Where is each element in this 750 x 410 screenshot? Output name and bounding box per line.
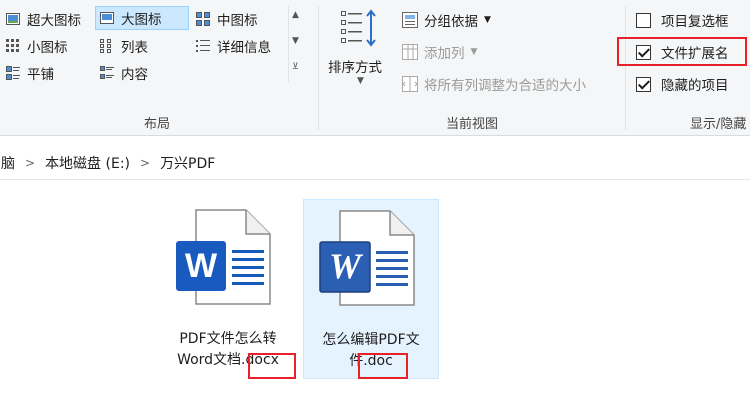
extra-large-icons-icon xyxy=(6,12,20,26)
svg-text:W: W xyxy=(185,247,218,285)
layout-group: 超大图标 大图标 中图标 小图标 列表 详细信息 平铺 内容 ▲ ▼ ⊻ 布局 xyxy=(0,0,314,136)
chevron-down-icon: ▼ xyxy=(357,76,364,86)
hidden-items-toggle[interactable]: 隐藏的项目 xyxy=(636,72,729,96)
medium-icons-icon xyxy=(196,12,210,26)
item-checkboxes-checkbox[interactable] xyxy=(636,12,651,28)
chevron-right-icon[interactable]: > xyxy=(140,156,150,170)
tiles-icon xyxy=(6,66,20,80)
small-icons-icon xyxy=(6,39,20,53)
hidden-items-checkbox[interactable] xyxy=(636,76,651,92)
layout-item-label: 详细信息 xyxy=(217,40,271,56)
sort-by-button[interactable]: 排序方式 ▼ xyxy=(324,4,400,88)
doc-extension-highlight xyxy=(358,353,408,379)
group-by-label: 分组依据 xyxy=(424,14,478,30)
ribbon: 超大图标 大图标 中图标 小图标 列表 详细信息 平铺 内容 ▲ ▼ ⊻ 布局 … xyxy=(0,0,750,136)
group-by-icon xyxy=(402,12,418,28)
layout-item-label: 中图标 xyxy=(217,13,258,29)
add-column-icon xyxy=(402,44,418,60)
word-legacy-icon: W xyxy=(316,208,416,308)
layout-small-icons[interactable]: 小图标 xyxy=(6,34,68,58)
scroll-up-icon[interactable]: ▲ xyxy=(292,10,299,20)
file-extensions-highlight xyxy=(617,37,747,66)
hidden-items-label: 隐藏的项目 xyxy=(661,78,729,94)
add-column-label: 添加列 xyxy=(424,46,465,62)
file-name-line1: 怎么编辑PDF文 xyxy=(322,332,420,348)
layout-item-label: 超大图标 xyxy=(27,13,81,29)
scroll-down-icon[interactable]: ▼ xyxy=(292,36,299,46)
size-all-columns-button[interactable]: 将所有列调整为合适的大小 xyxy=(402,72,586,96)
item-checkboxes-label: 项目复选框 xyxy=(661,14,729,30)
layout-list[interactable]: 列表 xyxy=(100,34,148,58)
current-view-group-label: 当前视图 xyxy=(445,117,498,132)
size-columns-label: 将所有列调整为合适的大小 xyxy=(424,78,586,94)
layout-gallery-scroll[interactable]: ▲ ▼ ⊻ xyxy=(288,6,304,82)
word-modern-icon: W xyxy=(172,207,272,307)
layout-item-label: 小图标 xyxy=(27,40,68,56)
layout-large-icons[interactable]: 大图标 xyxy=(95,6,189,30)
sort-by-label: 排序方式 xyxy=(328,60,382,76)
layout-details[interactable]: 详细信息 xyxy=(196,34,271,58)
layout-extra-large-icons[interactable]: 超大图标 xyxy=(6,7,81,31)
file-item-doc[interactable]: W 怎么编辑PDF文 件.doc xyxy=(303,199,439,379)
layout-item-label: 平铺 xyxy=(27,67,54,83)
content-icon xyxy=(100,66,114,80)
large-icons-icon xyxy=(100,11,114,25)
breadcrumb-local-disk[interactable]: 本地磁盘 (E:) xyxy=(45,153,130,173)
file-name-line1: PDF文件怎么转 xyxy=(179,331,277,347)
show-hide-group-label: 显示/隐藏 xyxy=(690,117,747,132)
add-column-button[interactable]: 添加列 ▼ xyxy=(402,40,477,64)
file-name-line2: Word文档 xyxy=(177,352,242,368)
layout-item-label: 大图标 xyxy=(121,12,162,28)
size-columns-icon xyxy=(402,76,418,92)
docx-extension-highlight xyxy=(248,353,296,379)
layout-content[interactable]: 内容 xyxy=(100,61,148,85)
layout-tiles[interactable]: 平铺 xyxy=(6,61,54,85)
chevron-down-icon: ▼ xyxy=(470,47,478,57)
details-icon xyxy=(196,39,210,53)
chevron-right-icon[interactable]: > xyxy=(25,156,35,170)
address-bar[interactable]: 脑 > 本地磁盘 (E:) > 万兴PDF xyxy=(0,146,750,180)
file-item-docx[interactable]: W PDF文件怎么转 Word文档.docx xyxy=(160,199,296,379)
list-icon xyxy=(100,39,114,53)
breadcrumb-this-pc[interactable]: 脑 xyxy=(1,153,15,173)
svg-text:W: W xyxy=(329,246,364,286)
layout-item-label: 列表 xyxy=(121,40,148,56)
expand-gallery-icon[interactable]: ⊻ xyxy=(292,62,299,72)
chevron-down-icon: ▼ xyxy=(484,15,491,25)
item-checkboxes-toggle[interactable]: 项目复选框 xyxy=(636,8,729,32)
group-by-button[interactable]: 分组依据 ▼ xyxy=(402,8,491,32)
layout-group-label: 布局 xyxy=(143,117,170,132)
layout-item-label: 内容 xyxy=(121,67,148,83)
breadcrumb-folder[interactable]: 万兴PDF xyxy=(160,153,215,173)
layout-medium-icons[interactable]: 中图标 xyxy=(196,7,258,31)
sort-icon xyxy=(340,8,380,48)
